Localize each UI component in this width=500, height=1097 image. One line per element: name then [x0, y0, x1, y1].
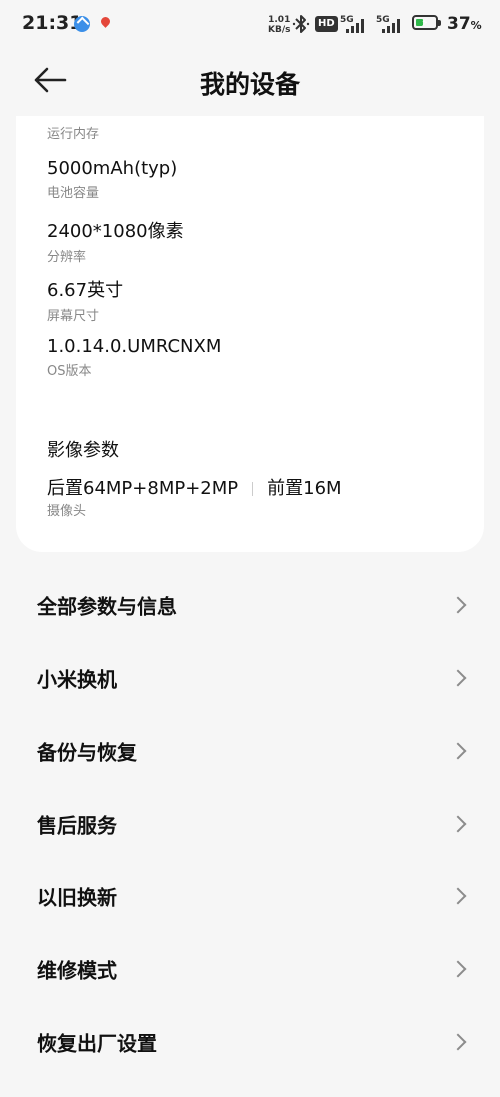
- chevron-right-icon: [449, 960, 467, 977]
- menu-item-after-sales[interactable]: 售后服务: [0, 787, 500, 860]
- chevron-right-icon: [449, 1033, 467, 1050]
- chevron-right-icon: [449, 669, 467, 686]
- menu-item-repair-mode[interactable]: 维修模式: [0, 932, 500, 1005]
- page-title: 我的设备: [199, 70, 300, 99]
- spec-value: 1.0.14.0.UMRCNXM: [47, 336, 222, 357]
- chevron-right-icon: [449, 742, 467, 759]
- signal-icon: 5G: [340, 15, 370, 35]
- menu-item-mi-mover[interactable]: 小米换机: [0, 641, 500, 714]
- spec-label: 分辨率: [47, 250, 87, 265]
- camera-section-title: 影像参数: [47, 440, 119, 461]
- spec-label: OS版本: [47, 364, 92, 379]
- hd-voice-badge: HD: [315, 16, 338, 32]
- menu-item-label: 小米换机: [37, 667, 117, 691]
- bluetooth-icon: [292, 15, 310, 33]
- location-pin-icon: [98, 16, 114, 32]
- camera-specs: 后置64MP+8MP+2MP 前置16M: [47, 474, 342, 500]
- menu-item-label: 以旧换新: [37, 885, 117, 909]
- menu-item-backup-restore[interactable]: 备份与恢复: [0, 714, 500, 787]
- spec-value: 5000mAh(typ): [47, 158, 178, 179]
- camera-front: 前置16M: [267, 478, 342, 499]
- camera-label: 摄像头: [47, 504, 87, 519]
- status-bar: 21:31 1.01 KB/s HD 5G 5G ⚡ 37%: [0, 0, 500, 50]
- menu-item-label: 全部参数与信息: [37, 594, 177, 618]
- header: 我的设备: [0, 50, 500, 116]
- spec-label-ram: 运行内存: [47, 127, 100, 142]
- spec-label: 屏幕尺寸: [47, 309, 100, 324]
- menu-item-label: 售后服务: [37, 813, 117, 837]
- menu-item-label: 恢复出厂设置: [37, 1031, 157, 1055]
- chevron-right-icon: [449, 815, 467, 832]
- app-notification-icon: [74, 16, 90, 32]
- menu-item-label: 维修模式: [37, 958, 117, 982]
- screen: 21:31 1.01 KB/s HD 5G 5G ⚡ 37% 我的设备 运行内存…: [0, 0, 500, 1097]
- menu-item-factory-reset[interactable]: 恢复出厂设置: [0, 1005, 500, 1078]
- network-speed-unit: KB/s: [268, 25, 291, 35]
- spec-label: 电池容量: [47, 186, 100, 201]
- menu-item-trade-in[interactable]: 以旧换新: [0, 859, 500, 932]
- battery-charging-icon: ⚡: [412, 15, 441, 30]
- spec-value: 2400*1080像素: [47, 221, 184, 242]
- spec-item-screen-size: 6.67英寸 屏幕尺寸: [47, 276, 123, 324]
- network-speed-value: 1.01: [268, 15, 291, 25]
- spec-value: 6.67英寸: [47, 280, 124, 301]
- network-speed: 1.01 KB/s: [268, 15, 290, 35]
- divider: [252, 482, 254, 496]
- spec-item-battery: 5000mAh(typ) 电池容量: [47, 158, 177, 201]
- chevron-right-icon: [449, 887, 467, 904]
- camera-rear: 后置64MP+8MP+2MP: [47, 478, 239, 499]
- spec-item-os-version: 1.0.14.0.UMRCNXM OS版本: [47, 336, 221, 379]
- chevron-right-icon: [449, 596, 467, 613]
- spec-item-resolution: 2400*1080像素 分辨率: [47, 217, 184, 265]
- spec-card: 运行内存 5000mAh(typ) 电池容量 2400*1080像素 分辨率 6…: [16, 116, 484, 552]
- menu-item-label: 备份与恢复: [37, 740, 137, 764]
- signal-icon: 5G: [376, 15, 406, 35]
- battery-percentage: 37%: [447, 14, 482, 34]
- menu-item-all-specs[interactable]: 全部参数与信息: [0, 568, 500, 641]
